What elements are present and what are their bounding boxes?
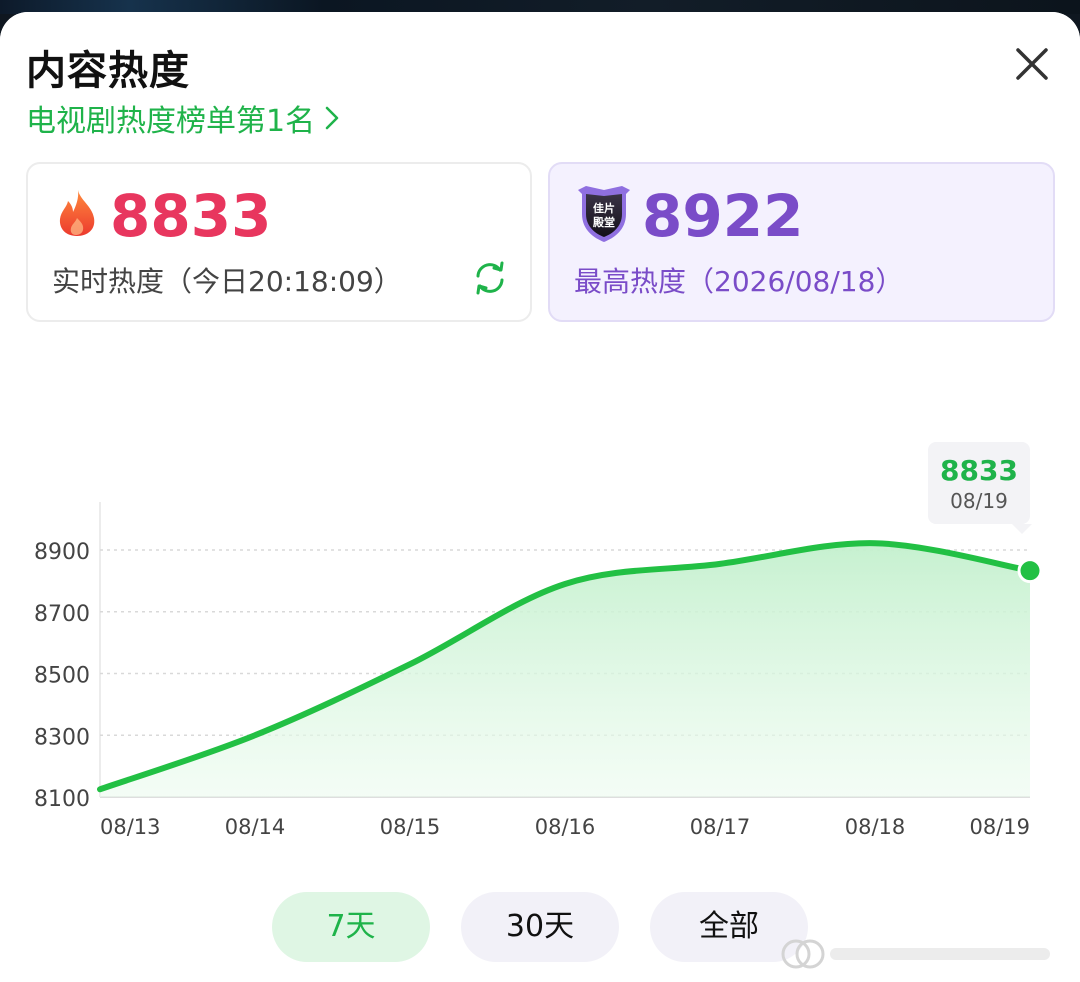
y-tick-label: 8100 <box>34 787 90 812</box>
x-tick-label: 08/18 <box>845 815 906 839</box>
hall-of-fame-badge-icon: 佳片 殿堂 <box>578 186 630 242</box>
live-heat-label: 实时热度（今日20:18:09） <box>52 265 402 298</box>
badge-text-line2: 殿堂 <box>592 215 615 229</box>
y-tick-label: 8700 <box>34 602 90 627</box>
peak-heat-value: 8922 <box>642 182 804 250</box>
live-heat-card: 8833 实时热度（今日20:18:09） <box>26 162 532 322</box>
peak-heat-card: 佳片 殿堂 8922 最高热度（2026/08/18） <box>548 162 1055 322</box>
range-30-days-button[interactable]: 30天 <box>461 892 619 962</box>
x-tick-label: 08/16 <box>535 815 596 839</box>
heat-bottom-sheet: 内容热度 电视剧热度榜单第1名 8833 实时热度（今日20:18:09） 佳片… <box>0 12 1080 982</box>
y-tick-label: 8900 <box>34 540 90 565</box>
close-button[interactable] <box>1008 40 1056 88</box>
x-tick-label: 08/13 <box>100 815 161 839</box>
chart-tooltip: 8833 08/19 <box>928 442 1032 534</box>
close-icon <box>1016 48 1048 80</box>
chevron-right-icon <box>325 106 339 130</box>
rank-link[interactable]: 电视剧热度榜单第1名 <box>26 96 339 140</box>
x-tick-label: 08/17 <box>690 815 751 839</box>
fire-icon <box>59 190 95 236</box>
page-title: 内容热度 <box>26 48 190 94</box>
refresh-icon[interactable] <box>472 260 508 296</box>
highlight-point <box>1017 558 1043 584</box>
peak-heat-label: 最高热度（2026/08/18） <box>574 265 904 298</box>
y-tick-label: 8500 <box>34 664 90 689</box>
badge-text-line1: 佳片 <box>593 201 615 215</box>
y-tick-label: 8300 <box>34 725 90 750</box>
heat-trend-chart: 8900 8700 8500 8300 8100 08/13 08/14 08/15 08/16… <box>34 502 1043 839</box>
tooltip-value: 8833 <box>940 454 1018 487</box>
range-7-days-button[interactable]: 7天 <box>272 892 430 962</box>
x-tick-label: 08/14 <box>225 815 286 839</box>
rank-link-text: 电视剧热度榜单第1名 <box>26 104 316 139</box>
x-tick-label: 08/15 <box>380 815 441 839</box>
live-heat-value: 8833 <box>110 182 272 250</box>
watermark-icon <box>781 939 1050 969</box>
x-tick-label: 08/19 <box>969 815 1030 839</box>
tooltip-date: 08/19 <box>950 489 1008 513</box>
